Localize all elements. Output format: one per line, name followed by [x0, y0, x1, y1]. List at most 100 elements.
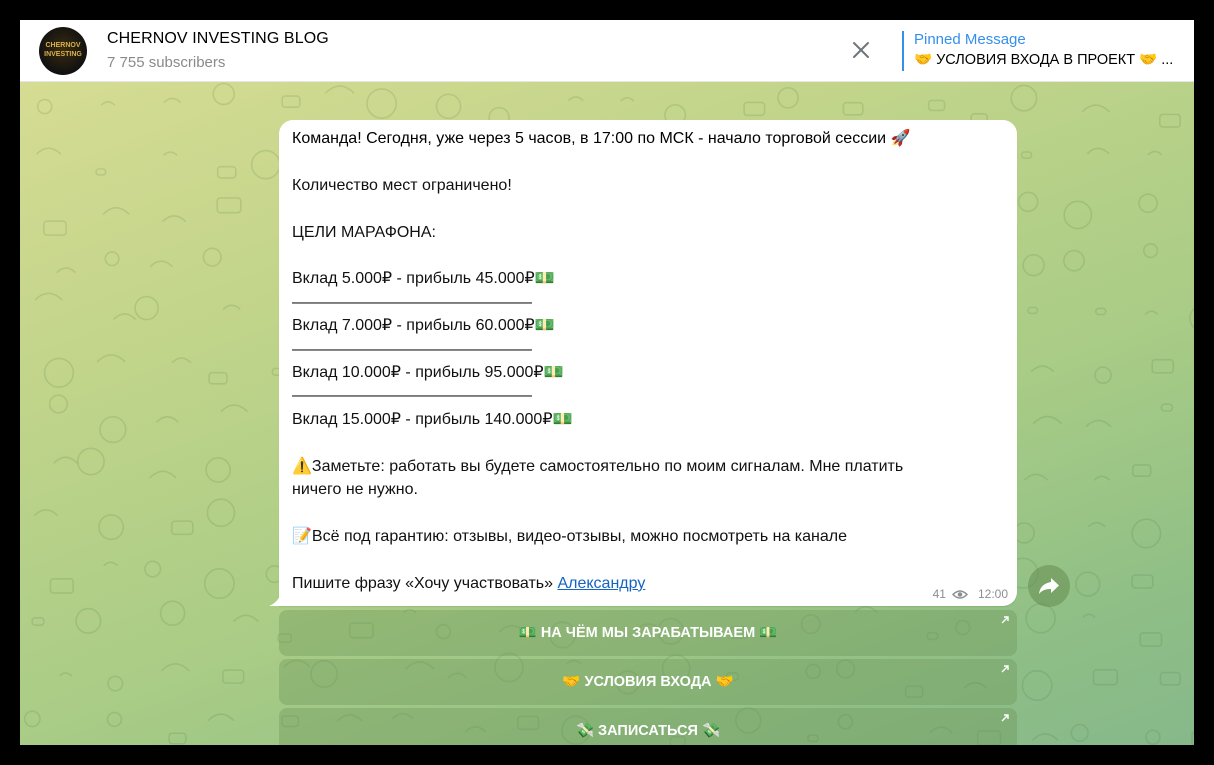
share-icon — [1039, 578, 1059, 594]
message-line: Вклад 10.000₽ - прибыль 95.000₽💵 — [292, 364, 564, 382]
doodle-shape — [33, 509, 59, 517]
contact-link[interactable]: Александру — [557, 575, 645, 592]
close-icon — [853, 42, 869, 58]
doodle-shape — [1030, 365, 1055, 373]
doodle-shape — [160, 663, 190, 672]
doodle-shape — [1082, 613, 1096, 618]
doodle-shape — [1191, 731, 1194, 745]
doodle-shape — [1023, 473, 1049, 481]
doodle-shape — [232, 614, 259, 623]
button-how-we-earn[interactable]: 💵 НА ЧЁМ МЫ ЗАРАБАТЫВАЕМ 💵 — [279, 610, 1017, 656]
doodle-shape — [43, 357, 75, 388]
avatar-logo-text: CHERNOV INVESTING — [44, 42, 82, 58]
doodle-shape — [163, 97, 182, 104]
external-link-icon — [1001, 616, 1009, 624]
doodle-shape — [202, 247, 222, 267]
doodle-shape — [159, 600, 186, 627]
doodle-shape — [112, 313, 137, 321]
subscriber-count: 7 755 subscribers — [107, 54, 226, 71]
doodle-shape — [1142, 242, 1159, 259]
message-headline: Команда! Сегодня, уже через 5 часов, в 1… — [292, 130, 911, 147]
doodle-shape — [35, 147, 62, 155]
doodle-shape — [170, 520, 194, 536]
doodle-shape — [1075, 571, 1101, 597]
doodle-shape — [53, 456, 79, 464]
doodle-shape — [98, 514, 125, 541]
doodle-shape — [222, 669, 245, 684]
message-line — [292, 548, 1007, 571]
doodle-shape — [567, 96, 584, 102]
doodle-shape — [107, 675, 124, 692]
share-button[interactable] — [1028, 565, 1070, 607]
channel-avatar[interactable]: CHERNOV INVESTING — [39, 27, 87, 75]
pinned-preview: 🤝 УСЛОВИЯ ВХОДА В ПРОЕКТ 🤝 ... — [914, 52, 1174, 68]
doodle-shape — [134, 295, 159, 321]
doodle-shape — [216, 197, 242, 214]
doodle-shape — [324, 85, 355, 94]
doodle-shape — [222, 304, 241, 311]
doodle-shape — [1032, 733, 1059, 741]
doodle-shape — [34, 292, 63, 301]
view-count: 41 — [932, 587, 946, 601]
message-line: Вклад 7.000₽ - прибыль 60.000₽💵 — [292, 317, 555, 335]
doodle-shape — [1160, 403, 1174, 412]
doodle-shape — [777, 86, 799, 109]
doodle-shape — [58, 672, 73, 677]
doodle-shape — [1189, 307, 1194, 329]
doodle-shape — [1094, 307, 1107, 316]
close-pinned-button[interactable] — [848, 37, 874, 63]
message-line: ——————————————— — [292, 340, 532, 358]
doodle-shape — [366, 88, 398, 119]
doodle-shape — [1081, 104, 1111, 113]
doodle-shape — [1093, 475, 1111, 481]
doodle-shape — [1159, 671, 1181, 686]
message-time: 12:00 — [977, 587, 1008, 601]
message-line: Вклад 5.000₽ - прибыль 45.000₽💵 — [292, 270, 555, 288]
button-sign-up[interactable]: 💸 ЗАПИСАТЬСЯ 💸 — [279, 708, 1017, 745]
doodle-shape — [168, 732, 187, 745]
eye-icon — [951, 589, 968, 599]
doodle-shape — [1063, 200, 1093, 230]
doodle-shape — [31, 616, 45, 626]
doodle-shape — [435, 93, 462, 120]
doodle-shape — [42, 220, 67, 236]
button-label: 🤝 УСЛОВИЯ ВХОДА 🤝 — [562, 674, 734, 690]
button-label: 💸 ЗАПИСАТЬСЯ 💸 — [575, 723, 721, 739]
message-line — [292, 150, 1007, 173]
doodle-shape — [48, 394, 69, 414]
channel-title[interactable]: CHERNOV INVESTING BLOG — [107, 30, 329, 48]
button-entry-conditions[interactable]: 🤝 УСЛОВИЯ ВХОДА 🤝 — [279, 659, 1017, 705]
doodle-shape — [1020, 151, 1033, 159]
external-link-icon — [1001, 714, 1009, 722]
doodle-shape — [1027, 306, 1039, 315]
doodle-shape — [619, 96, 635, 102]
doodle-shape — [76, 447, 105, 476]
doodle-shape — [1092, 669, 1119, 686]
chat-area: Команда! Сегодня, уже через 5 часов, в 1… — [20, 82, 1194, 745]
doodle-shape — [207, 713, 235, 722]
pinned-label: Pinned Message — [914, 31, 1026, 48]
pinned-message[interactable]: Pinned Message 🤝 УСЛОВИЯ ВХОДА В ПРОЕКТ … — [902, 31, 1192, 71]
doodle-shape — [95, 168, 107, 176]
doodle-shape — [1147, 150, 1163, 156]
message-cta-line: Пишите фразу «Хочу участвовать» Александ… — [292, 572, 1007, 595]
message-line — [292, 501, 1007, 524]
doodle-shape — [149, 260, 174, 268]
message-line: ЦЕЛИ МАРАФОНА: — [292, 223, 436, 241]
doodle-shape — [171, 357, 192, 364]
message-line: Количество мест ограничено! — [292, 176, 512, 194]
doodle-shape — [1151, 358, 1175, 374]
external-link-icon — [1001, 665, 1009, 673]
telegram-window: CHERNOV INVESTING CHERNOV INVESTING BLOG… — [20, 20, 1194, 745]
message-line: 📝Всё под гарантию: отзывы, видео-отзывы,… — [292, 527, 848, 545]
doodle-shape — [1131, 574, 1154, 589]
doodle-shape — [220, 404, 248, 413]
doodle-shape — [203, 568, 235, 600]
doodle-shape — [206, 498, 236, 528]
doodle-shape — [250, 149, 281, 180]
message-line: ⚠️Заметьте: работать вы будете самостоят… — [292, 457, 904, 475]
doodle-shape — [1017, 191, 1039, 213]
doodle-shape — [1070, 723, 1089, 742]
doodle-shape — [1131, 518, 1162, 549]
message-line: ничего не нужно. — [292, 481, 418, 499]
